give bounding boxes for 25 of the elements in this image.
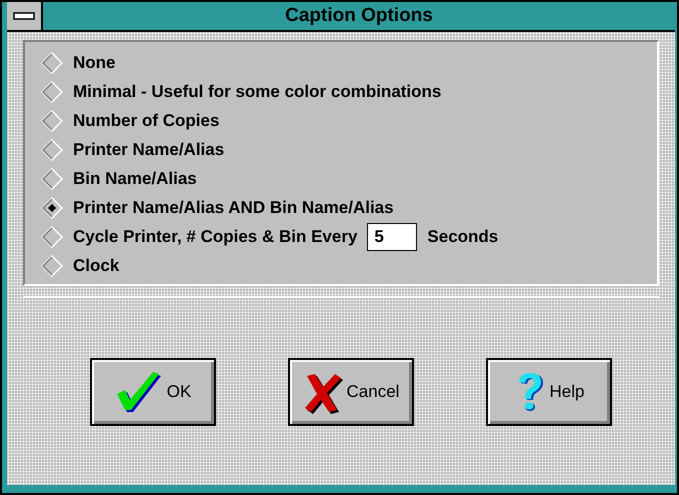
option-label[interactable]: Printer Name/Alias AND Bin Name/Alias (73, 194, 394, 220)
option-label[interactable]: None (73, 50, 116, 76)
option-label[interactable]: Cycle Printer, # Copies & Bin Every (73, 224, 358, 250)
radio-unselected[interactable] (41, 226, 63, 248)
option-label[interactable]: Printer Name/Alias (73, 136, 224, 162)
radio-unselected[interactable] (41, 80, 63, 102)
radio-unselected[interactable] (41, 254, 63, 276)
radio-unselected[interactable] (41, 138, 63, 160)
checkmark-icon (114, 370, 163, 414)
radio-unselected[interactable] (41, 168, 63, 190)
option-label[interactable]: Bin Name/Alias (73, 166, 197, 192)
option-label[interactable]: Minimal - Useful for some color combinations (73, 78, 442, 104)
minus-icon (13, 12, 35, 20)
option-label[interactable]: Clock (73, 252, 120, 278)
radio-unselected[interactable] (41, 52, 63, 74)
ok-button[interactable]: OK (90, 358, 216, 426)
seconds-field[interactable]: 5 (367, 222, 418, 250)
radio-selected[interactable] (41, 196, 63, 218)
seconds-label: Seconds (427, 226, 498, 248)
system-menu-button[interactable] (7, 2, 43, 30)
option-label[interactable]: Number of Copies (73, 108, 220, 134)
cancel-button[interactable]: Cancel (288, 358, 414, 426)
help-button[interactable]: Help (486, 358, 612, 426)
window-title: Caption Options (285, 4, 433, 28)
radio-unselected[interactable] (41, 110, 63, 132)
